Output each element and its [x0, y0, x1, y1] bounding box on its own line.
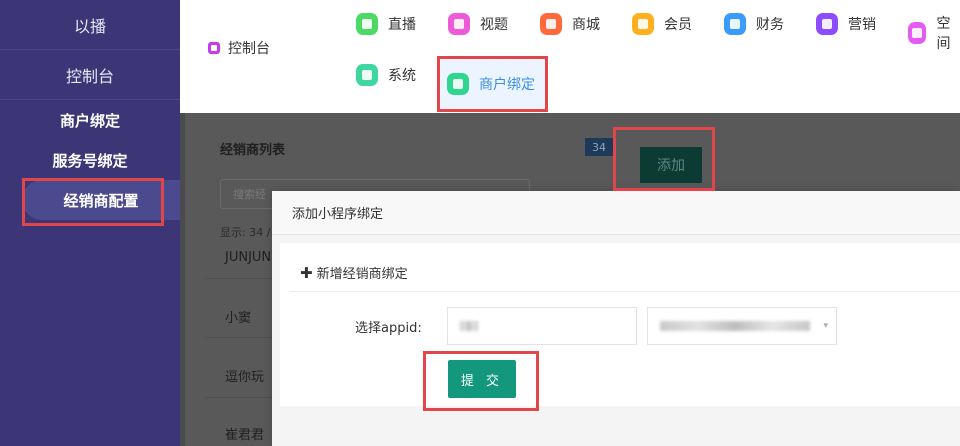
appid-input[interactable]	[447, 307, 637, 345]
table-row: 逗你玩	[225, 370, 265, 385]
top-console-label: 控制台	[228, 41, 270, 57]
appid-label: 选择appid:	[355, 321, 422, 336]
store-icon	[540, 13, 562, 35]
nav-item-system[interactable]: 系统	[356, 64, 416, 86]
nav-item-marketing[interactable]: 营销	[816, 13, 876, 35]
system-icon	[356, 64, 378, 86]
nav-item-label: 会员	[664, 17, 692, 33]
appid-select[interactable]: ▾	[647, 307, 837, 345]
add-binding-modal: 添加小程序绑定 ✚ 新增经销商绑定 选择appid: ▾ 提 交	[272, 191, 960, 446]
video-icon	[448, 13, 470, 35]
top-console-link[interactable]: 控制台	[208, 38, 270, 58]
redacted-value	[660, 321, 810, 331]
nav-item-space[interactable]: 空间	[908, 13, 960, 53]
count-badge: 34	[585, 138, 613, 156]
table-row: 小窦	[225, 311, 252, 326]
marketing-icon	[816, 13, 838, 35]
finance-icon	[724, 13, 746, 35]
modal-divider	[290, 291, 960, 292]
sidebar-item-service-account-bind[interactable]: 服务号绑定	[0, 140, 180, 180]
nav-item-label: 空间	[936, 16, 951, 52]
console-icon	[208, 42, 220, 54]
sidebar-console-link[interactable]: 控制台	[0, 50, 180, 100]
nav-item-label: 直播	[388, 17, 416, 33]
nav-item-live[interactable]: 直播	[356, 13, 416, 35]
nav-item-finance[interactable]: 财务	[724, 13, 784, 35]
sidebar-brand[interactable]: 以播	[0, 0, 180, 50]
chevron-down-icon: ▾	[823, 321, 828, 331]
nav-item-label: 商户绑定	[479, 77, 535, 93]
nav-item-label: 视题	[480, 17, 508, 33]
modal-subtitle: ✚ 新增经销商绑定	[300, 263, 408, 283]
nav-item-label: 商城	[572, 17, 600, 33]
add-button[interactable]: 添加	[640, 147, 702, 183]
nav-item-merchant-bind[interactable]: 商户绑定	[440, 58, 545, 110]
nav-item-member[interactable]: 会员	[632, 13, 692, 35]
sidebar-item-merchant-bind[interactable]: 商户绑定	[0, 100, 180, 140]
modal-title: 添加小程序绑定	[272, 191, 960, 235]
nav-item-store[interactable]: 商城	[540, 13, 600, 35]
modal-body: ✚ 新增经销商绑定 选择appid: ▾ 提 交	[280, 243, 960, 406]
plus-icon: ✚	[300, 263, 313, 282]
top-nav: 控制台 直播 视题 商城 会员 财务 营销 空间 系统 商户绑定	[180, 0, 960, 113]
nav-item-video[interactable]: 视题	[448, 13, 508, 35]
submit-button[interactable]: 提 交	[448, 360, 516, 398]
nav-item-label: 系统	[388, 68, 416, 84]
table-row: 崔君君	[225, 428, 265, 443]
list-title: 经销商列表	[220, 143, 286, 158]
sidebar-item-dealer-config[interactable]: 经销商配置	[22, 180, 180, 220]
modal-subtitle-text: 新增经销商绑定	[316, 267, 408, 282]
member-icon	[632, 13, 654, 35]
redacted-value	[460, 321, 478, 331]
nav-item-label: 营销	[848, 17, 876, 33]
sidebar: 以播 控制台 商户绑定 服务号绑定 经销商配置	[0, 0, 180, 446]
live-icon	[356, 13, 378, 35]
nav-item-label: 财务	[756, 17, 784, 33]
space-icon	[908, 22, 927, 44]
table-row: JUNJUN	[225, 250, 272, 265]
merchant-bind-icon	[447, 73, 469, 95]
